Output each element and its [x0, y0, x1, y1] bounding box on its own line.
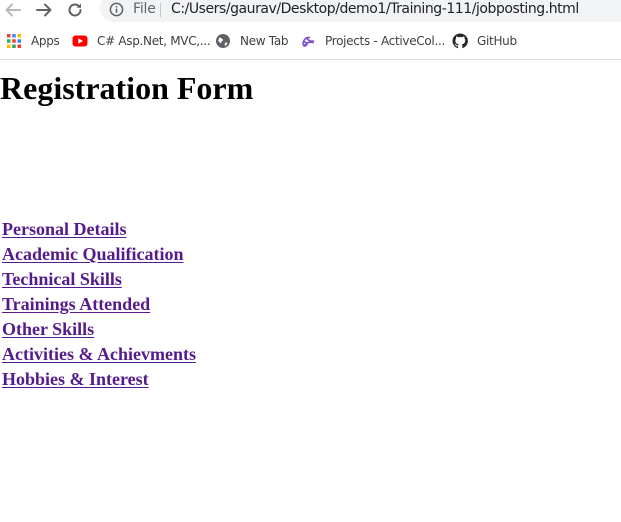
- url-text[interactable]: C:/Users/gaurav/Desktop/demo1/Training-1…: [171, 1, 579, 17]
- bookmark-csharp[interactable]: C# Asp.Net, MVC,...: [72, 32, 211, 50]
- link-technical-skills[interactable]: Technical Skills: [2, 268, 196, 293]
- page-title: Registration Form: [0, 70, 254, 106]
- back-button[interactable]: [2, 0, 24, 20]
- link-other-skills[interactable]: Other Skills: [2, 318, 196, 343]
- bookmark-label: New Tab: [240, 34, 289, 48]
- section-links: Personal Details Academic Qualification …: [2, 218, 196, 393]
- link-personal-details[interactable]: Personal Details: [2, 218, 196, 243]
- arrow-right-icon: [36, 3, 52, 17]
- bookmark-label: GitHub: [477, 34, 517, 48]
- projects-icon: [302, 36, 315, 47]
- link-academic-qualification[interactable]: Academic Qualification: [2, 243, 196, 268]
- youtube-icon: [72, 35, 88, 47]
- browser-toolbar: File C:/Users/gaurav/Desktop/demo1/Train…: [0, 0, 621, 24]
- bookmark-github[interactable]: GitHub: [452, 32, 517, 50]
- bookmark-apps[interactable]: Apps: [6, 32, 60, 50]
- link-trainings-attended[interactable]: Trainings Attended: [2, 293, 196, 318]
- reload-button[interactable]: [64, 0, 86, 20]
- info-icon[interactable]: [109, 2, 124, 17]
- reload-icon: [68, 3, 82, 17]
- bookmark-new-tab[interactable]: New Tab: [215, 32, 289, 50]
- arrow-left-icon: [5, 3, 21, 17]
- bookmark-label: Apps: [31, 34, 60, 48]
- page-content: Registration Form Personal Details Acade…: [0, 60, 621, 522]
- bookmark-projects[interactable]: Projects - ActiveCol...: [300, 32, 445, 50]
- address-separator: [160, 3, 161, 17]
- apps-grid-icon: [7, 34, 21, 48]
- globe-icon: [216, 34, 230, 48]
- bookmark-label: Projects - ActiveCol...: [325, 34, 445, 48]
- address-bar[interactable]: File C:/Users/gaurav/Desktop/demo1/Train…: [100, 0, 621, 22]
- link-hobbies-interest[interactable]: Hobbies & Interest: [2, 368, 196, 393]
- bookmarks-bar: Apps C# Asp.Net, MVC,... New Tab Project…: [0, 28, 621, 54]
- link-activities-achievements[interactable]: Activities & Achievments: [2, 343, 196, 368]
- forward-button[interactable]: [33, 0, 55, 20]
- github-icon: [452, 33, 468, 49]
- scheme-label: File: [133, 1, 156, 17]
- bookmark-label: C# Asp.Net, MVC,...: [97, 34, 211, 48]
